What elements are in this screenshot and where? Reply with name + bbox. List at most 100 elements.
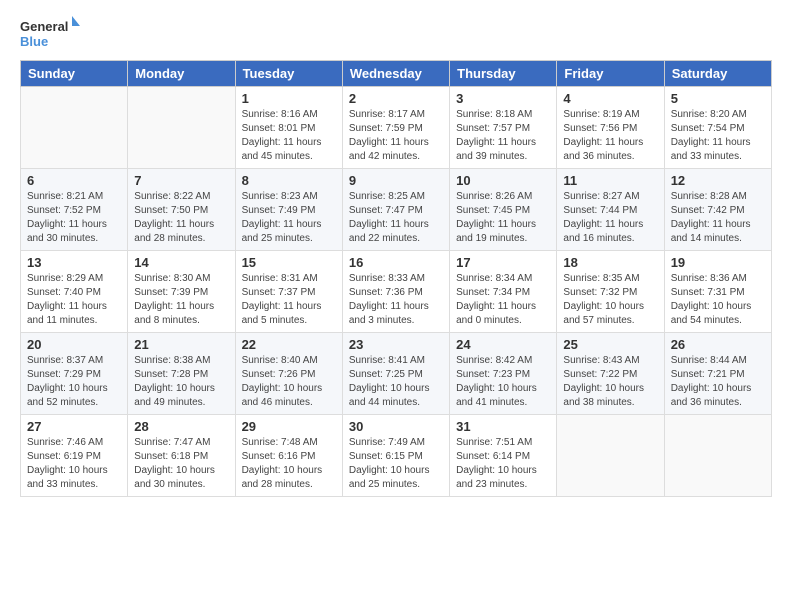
day-number: 16 (349, 255, 443, 270)
day-number: 12 (671, 173, 765, 188)
calendar-cell: 17 Sunrise: 8:34 AM Sunset: 7:34 PM Dayli… (450, 251, 557, 333)
day-info: Sunrise: 7:51 AM Sunset: 6:14 PM Dayligh… (456, 436, 550, 492)
calendar-cell: 26Sunrise: 8:44 AM Sunset: 7:21 PM Dayli… (664, 333, 771, 415)
day-number: 31 (456, 419, 550, 434)
header: GeneralBlue (20, 16, 772, 52)
svg-text:General: General (20, 19, 68, 34)
calendar-cell: 18 Sunrise: 8:35 AM Sunset: 7:32 PM Dayli… (557, 251, 664, 333)
day-info: Sunrise: 8:18 AM Sunset: 7:57 PM Dayligh… (456, 108, 550, 164)
calendar-cell: 21 Sunrise: 8:38 AM Sunset: 7:28 PM Dayli… (128, 333, 235, 415)
day-info: Sunrise: 8:17 AM Sunset: 7:59 PM Dayligh… (349, 108, 443, 164)
calendar-cell: 16 Sunrise: 8:33 AM Sunset: 7:36 PM Dayli… (342, 251, 449, 333)
weekday-header-saturday: Saturday (664, 61, 771, 87)
day-number: 28 (134, 419, 228, 434)
day-number: 6 (27, 173, 121, 188)
day-number: 29 (242, 419, 336, 434)
calendar-cell: 4 Sunrise: 8:19 AM Sunset: 7:56 PM Daylig… (557, 87, 664, 169)
day-number: 18 (563, 255, 657, 270)
calendar-week-row: 6 Sunrise: 8:21 AM Sunset: 7:52 PM Daylig… (21, 169, 772, 251)
calendar-cell: 7Sunrise: 8:22 AM Sunset: 7:50 PM Daylig… (128, 169, 235, 251)
calendar-cell: 28 Sunrise: 7:47 AM Sunset: 6:18 PM Dayli… (128, 415, 235, 497)
day-number: 27 (27, 419, 121, 434)
day-info: Sunrise: 8:33 AM Sunset: 7:36 PM Dayligh… (349, 272, 443, 328)
calendar-cell: 25 Sunrise: 8:43 AM Sunset: 7:22 PM Dayli… (557, 333, 664, 415)
day-info: Sunrise: 8:20 AM Sunset: 7:54 PM Dayligh… (671, 108, 765, 164)
day-number: 15 (242, 255, 336, 270)
day-number: 20 (27, 337, 121, 352)
svg-text:Blue: Blue (20, 34, 48, 49)
day-info: Sunrise: 8:38 AM Sunset: 7:28 PM Dayligh… (134, 354, 228, 410)
calendar-header-row: SundayMondayTuesdayWednesdayThursdayFrid… (21, 61, 772, 87)
day-info: Sunrise: 8:21 AM Sunset: 7:52 PM Dayligh… (27, 190, 121, 246)
weekday-header-thursday: Thursday (450, 61, 557, 87)
day-info: Sunrise: 8:42 AM Sunset: 7:23 PM Dayligh… (456, 354, 550, 410)
day-number: 26 (671, 337, 765, 352)
day-number: 3 (456, 91, 550, 106)
day-number: 22 (242, 337, 336, 352)
weekday-header-monday: Monday (128, 61, 235, 87)
calendar-cell: 31 Sunrise: 7:51 AM Sunset: 6:14 PM Dayli… (450, 415, 557, 497)
day-number: 2 (349, 91, 443, 106)
day-number: 30 (349, 419, 443, 434)
day-number: 7 (134, 173, 228, 188)
day-info: Sunrise: 7:46 AM Sunset: 6:19 PM Dayligh… (27, 436, 121, 492)
calendar-cell: 22 Sunrise: 8:40 AM Sunset: 7:26 PM Dayli… (235, 333, 342, 415)
calendar-cell: 15 Sunrise: 8:31 AM Sunset: 7:37 PM Dayli… (235, 251, 342, 333)
logo-svg: GeneralBlue (20, 16, 80, 52)
day-number: 25 (563, 337, 657, 352)
calendar-week-row: 27 Sunrise: 7:46 AM Sunset: 6:19 PM Dayli… (21, 415, 772, 497)
calendar-cell: 19 Sunrise: 8:36 AM Sunset: 7:31 PM Dayli… (664, 251, 771, 333)
calendar-cell: 5Sunrise: 8:20 AM Sunset: 7:54 PM Daylig… (664, 87, 771, 169)
day-info: Sunrise: 8:26 AM Sunset: 7:45 PM Dayligh… (456, 190, 550, 246)
day-info: Sunrise: 8:35 AM Sunset: 7:32 PM Dayligh… (563, 272, 657, 328)
calendar-cell (557, 415, 664, 497)
day-number: 10 (456, 173, 550, 188)
day-number: 9 (349, 173, 443, 188)
logo: GeneralBlue (20, 16, 80, 52)
calendar-cell: 11Sunrise: 8:27 AM Sunset: 7:44 PM Dayli… (557, 169, 664, 251)
calendar-cell: 29 Sunrise: 7:48 AM Sunset: 6:16 PM Dayli… (235, 415, 342, 497)
calendar-cell: 24 Sunrise: 8:42 AM Sunset: 7:23 PM Dayli… (450, 333, 557, 415)
day-number: 8 (242, 173, 336, 188)
calendar-cell: 20 Sunrise: 8:37 AM Sunset: 7:29 PM Dayli… (21, 333, 128, 415)
day-info: Sunrise: 8:36 AM Sunset: 7:31 PM Dayligh… (671, 272, 765, 328)
day-number: 21 (134, 337, 228, 352)
day-info: Sunrise: 8:40 AM Sunset: 7:26 PM Dayligh… (242, 354, 336, 410)
calendar-cell: 12 Sunrise: 8:28 AM Sunset: 7:42 PM Dayli… (664, 169, 771, 251)
calendar-week-row: 20 Sunrise: 8:37 AM Sunset: 7:29 PM Dayli… (21, 333, 772, 415)
calendar-cell: 6 Sunrise: 8:21 AM Sunset: 7:52 PM Daylig… (21, 169, 128, 251)
calendar-cell: 30 Sunrise: 7:49 AM Sunset: 6:15 PM Dayli… (342, 415, 449, 497)
weekday-header-friday: Friday (557, 61, 664, 87)
day-number: 24 (456, 337, 550, 352)
day-info: Sunrise: 7:48 AM Sunset: 6:16 PM Dayligh… (242, 436, 336, 492)
day-info: Sunrise: 7:47 AM Sunset: 6:18 PM Dayligh… (134, 436, 228, 492)
weekday-header-sunday: Sunday (21, 61, 128, 87)
day-number: 1 (242, 91, 336, 106)
calendar-table: SundayMondayTuesdayWednesdayThursdayFrid… (20, 60, 772, 497)
weekday-header-wednesday: Wednesday (342, 61, 449, 87)
day-info: Sunrise: 8:16 AM Sunset: 8:01 PM Dayligh… (242, 108, 336, 164)
day-number: 4 (563, 91, 657, 106)
day-number: 17 (456, 255, 550, 270)
calendar-cell (21, 87, 128, 169)
calendar-cell: 3 Sunrise: 8:18 AM Sunset: 7:57 PM Daylig… (450, 87, 557, 169)
calendar-cell: 2 Sunrise: 8:17 AM Sunset: 7:59 PM Daylig… (342, 87, 449, 169)
day-info: Sunrise: 8:31 AM Sunset: 7:37 PM Dayligh… (242, 272, 336, 328)
day-number: 11 (563, 173, 657, 188)
calendar-cell: 9Sunrise: 8:25 AM Sunset: 7:47 PM Daylig… (342, 169, 449, 251)
calendar-week-row: 1 Sunrise: 8:16 AM Sunset: 8:01 PM Daylig… (21, 87, 772, 169)
calendar-cell: 1 Sunrise: 8:16 AM Sunset: 8:01 PM Daylig… (235, 87, 342, 169)
day-number: 14 (134, 255, 228, 270)
day-info: Sunrise: 8:37 AM Sunset: 7:29 PM Dayligh… (27, 354, 121, 410)
calendar-cell: 23Sunrise: 8:41 AM Sunset: 7:25 PM Dayli… (342, 333, 449, 415)
day-info: Sunrise: 8:28 AM Sunset: 7:42 PM Dayligh… (671, 190, 765, 246)
calendar-cell: 8 Sunrise: 8:23 AM Sunset: 7:49 PM Daylig… (235, 169, 342, 251)
day-number: 19 (671, 255, 765, 270)
day-info: Sunrise: 8:34 AM Sunset: 7:34 PM Dayligh… (456, 272, 550, 328)
day-info: Sunrise: 8:43 AM Sunset: 7:22 PM Dayligh… (563, 354, 657, 410)
calendar-cell (128, 87, 235, 169)
day-info: Sunrise: 8:19 AM Sunset: 7:56 PM Dayligh… (563, 108, 657, 164)
day-number: 23 (349, 337, 443, 352)
day-info: Sunrise: 7:49 AM Sunset: 6:15 PM Dayligh… (349, 436, 443, 492)
day-info: Sunrise: 8:23 AM Sunset: 7:49 PM Dayligh… (242, 190, 336, 246)
